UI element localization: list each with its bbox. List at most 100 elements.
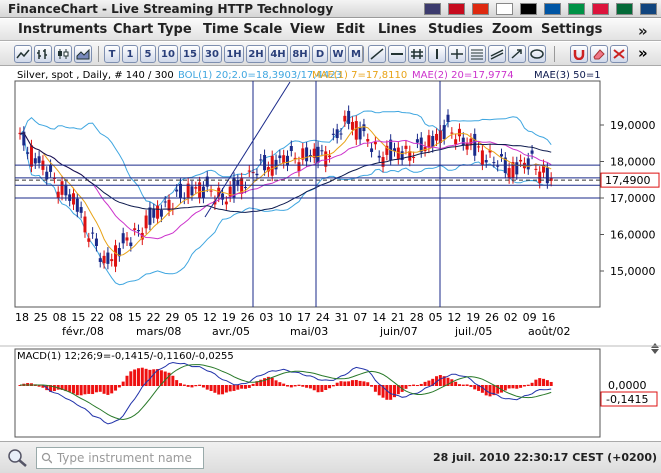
- macd-histogram-bar: [419, 383, 423, 386]
- italy-flag-icon[interactable]: [568, 3, 585, 15]
- menu-lines[interactable]: Lines: [378, 22, 417, 37]
- candle-body: [469, 138, 473, 145]
- czech-flag-icon[interactable]: [640, 3, 657, 15]
- menu-studies[interactable]: Studies: [428, 22, 483, 37]
- chart-line-button[interactable]: [14, 45, 32, 63]
- draw-arrow-button[interactable]: [508, 45, 526, 63]
- draw-fibo-button[interactable]: [468, 45, 486, 63]
- macd-histogram-bar: [179, 383, 182, 386]
- timescale-button-1h[interactable]: 1H: [224, 45, 244, 63]
- price-chart[interactable]: Silver, spot , Daily, # 140 / 300 BOL(1) …: [0, 67, 661, 440]
- japan-flag-icon[interactable]: [496, 3, 513, 15]
- timescale-button-w[interactable]: W: [330, 45, 346, 63]
- macd-histogram-bar: [377, 385, 381, 396]
- eraser-button[interactable]: [590, 45, 608, 63]
- macd-histogram-bar: [282, 383, 286, 386]
- crosshair-icon: [451, 49, 463, 59]
- portugal-flag-icon[interactable]: [616, 3, 633, 15]
- draw-ellipse-button[interactable]: [528, 45, 546, 63]
- timescale-button-2h[interactable]: 2H: [246, 45, 266, 63]
- menu-time-scale[interactable]: Time Scale: [203, 22, 282, 37]
- candle-body: [427, 135, 431, 148]
- draw-hline-button[interactable]: [388, 45, 406, 63]
- macd-histogram-bar: [305, 385, 309, 388]
- candle-body: [156, 205, 160, 219]
- instrument-search[interactable]: [36, 447, 204, 469]
- candle-body: [450, 132, 454, 134]
- x-axis-month-label: févr./08: [62, 325, 104, 338]
- macd-histogram-bar: [274, 380, 278, 386]
- menu-chart-type[interactable]: Chart Type: [113, 22, 192, 37]
- chart-candle-button[interactable]: [54, 45, 72, 63]
- timescale-button-8h[interactable]: 8H: [290, 45, 310, 63]
- candle-body: [297, 162, 301, 172]
- menu-settings[interactable]: Settings: [541, 22, 602, 37]
- candle-body: [431, 136, 435, 148]
- search-input[interactable]: [56, 451, 203, 465]
- timescale-button-t[interactable]: T: [104, 45, 120, 63]
- y-axis-label: 18,0000: [610, 156, 656, 169]
- x-axis-day-label: 17: [297, 311, 311, 324]
- macd-histogram-bar: [350, 380, 354, 386]
- macd-histogram-bar: [465, 384, 469, 386]
- spain-flag-icon[interactable]: [448, 3, 465, 15]
- delete-drawings-button[interactable]: [610, 45, 628, 63]
- timescale-button-30[interactable]: 30: [202, 45, 222, 63]
- language-flags: [424, 3, 657, 15]
- poland-flag-icon[interactable]: [592, 3, 609, 15]
- x-axis-month-label: mars/08: [136, 325, 181, 338]
- macd-histogram-bar: [106, 385, 110, 395]
- macd-histogram-bar: [297, 384, 301, 386]
- candle-body: [412, 157, 416, 159]
- menu-edit[interactable]: Edit: [336, 22, 365, 37]
- candle-body: [125, 237, 129, 241]
- macd-value-label: -0,1415: [606, 393, 648, 406]
- candle-body: [454, 139, 458, 145]
- x-axis-day-label: 19: [466, 311, 480, 324]
- candle-body: [274, 159, 278, 170]
- chart-area[interactable]: Silver, spot , Daily, # 140 / 300 BOL(1) …: [0, 67, 661, 440]
- candle-body: [83, 216, 87, 233]
- macd-histogram-bar: [110, 385, 114, 394]
- macd-histogram-bar: [503, 385, 507, 391]
- macd-histogram-bar: [404, 385, 408, 389]
- chart-bar-button[interactable]: [34, 45, 52, 63]
- magnet-button[interactable]: [570, 45, 588, 63]
- x-axis-day-label: 18: [15, 311, 29, 324]
- macd-histogram-bar: [370, 385, 374, 387]
- arrow-icon: [511, 49, 522, 59]
- draw-vline-button[interactable]: [428, 45, 446, 63]
- macd-histogram-bar: [114, 385, 118, 391]
- timescale-button-1[interactable]: 1: [122, 45, 138, 63]
- timescale-button-d[interactable]: D: [312, 45, 328, 63]
- candle-body: [163, 201, 167, 203]
- menu-view[interactable]: View: [290, 22, 325, 37]
- draw-channel-button[interactable]: [488, 45, 506, 63]
- toolbar-more-icon[interactable]: »: [638, 44, 648, 62]
- macd-histogram-bar: [454, 381, 458, 386]
- timescale-button-10[interactable]: 10: [158, 45, 178, 63]
- menu-instruments[interactable]: Instruments: [18, 22, 107, 37]
- germany-flag-icon[interactable]: [520, 3, 537, 15]
- candle-body: [26, 152, 30, 154]
- candle-body: [519, 159, 523, 162]
- timescale-button-4h[interactable]: 4H: [268, 45, 288, 63]
- x-axis-day-label: 22: [147, 311, 161, 324]
- china-flag-icon[interactable]: [472, 3, 489, 15]
- timescale-button-15[interactable]: 15: [180, 45, 200, 63]
- timescale-button-5[interactable]: 5: [140, 45, 156, 63]
- draw-trendline-button[interactable]: [368, 45, 386, 63]
- draw-cross-button[interactable]: [448, 45, 466, 63]
- menu-zoom[interactable]: Zoom: [492, 22, 533, 37]
- macd-histogram-bar: [140, 367, 144, 386]
- us-flag-icon[interactable]: [424, 3, 441, 15]
- france-flag-icon[interactable]: [544, 3, 561, 15]
- macd-histogram-bar: [213, 385, 217, 393]
- chart-area-button[interactable]: [74, 45, 92, 63]
- x-axis-day-label: 08: [53, 311, 67, 324]
- magnifier-icon[interactable]: [6, 448, 28, 468]
- draw-grid-button[interactable]: [408, 45, 426, 63]
- expand-down-icon[interactable]: [651, 349, 659, 354]
- menu-more-icon[interactable]: »: [638, 22, 648, 40]
- candle-body: [305, 147, 309, 162]
